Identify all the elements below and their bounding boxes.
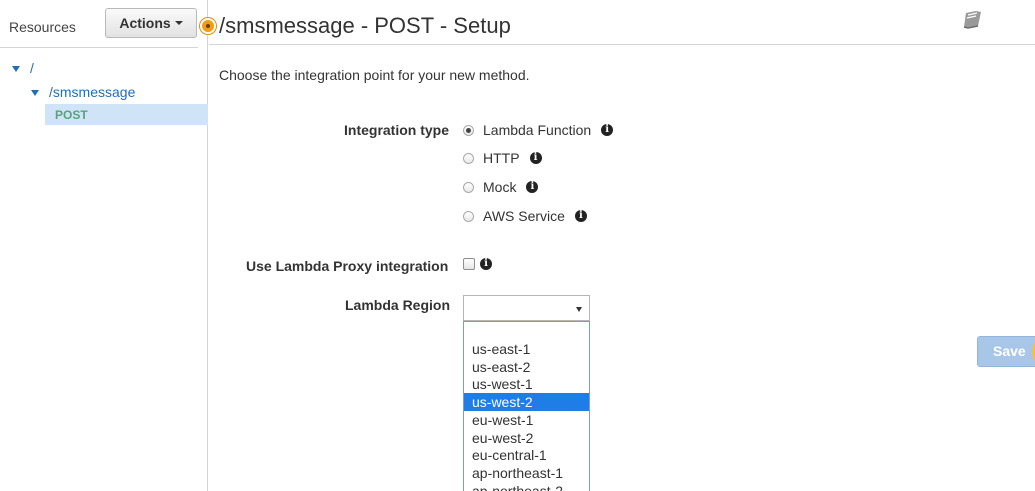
proxy-integration-label: Use Lambda Proxy integration: [246, 258, 449, 274]
radio-button-checked[interactable]: [463, 124, 474, 136]
dropdown-option-highlighted[interactable]: us-west-2: [464, 393, 589, 411]
option-label: AWS Service: [483, 208, 565, 224]
radio-button[interactable]: [463, 152, 474, 164]
radio-button[interactable]: [463, 210, 474, 222]
chevron-down-icon: [174, 21, 183, 25]
save-button[interactable]: Save: [977, 336, 1035, 367]
dropdown-option[interactable]: us-east-2: [464, 358, 589, 376]
radio-lambda-function[interactable]: Lambda Function i: [463, 121, 614, 139]
dropdown-option-empty[interactable]: [464, 323, 589, 341]
dropdown-option[interactable]: eu-west-2: [464, 429, 589, 447]
dropdown-option[interactable]: eu-west-1: [464, 411, 589, 429]
dropdown-option[interactable]: ap-northeast-1: [464, 464, 589, 482]
resources-header: Resources Actions: [0, 0, 198, 48]
radio-mock[interactable]: Mock i: [463, 178, 539, 196]
info-icon[interactable]: i: [529, 152, 542, 164]
info-icon[interactable]: i: [480, 258, 492, 270]
lambda-region-select[interactable]: [463, 295, 590, 321]
actions-label: Actions: [119, 15, 171, 31]
dropdown-option[interactable]: us-east-1: [464, 340, 589, 358]
info-icon[interactable]: i: [526, 181, 539, 193]
radio-button[interactable]: [463, 181, 474, 193]
option-label: Mock: [483, 179, 517, 195]
page-title: /smsmessage - POST - Setup: [219, 13, 511, 38]
tree-expand-root-icon[interactable]: [12, 66, 20, 72]
dropdown-option[interactable]: us-west-1: [464, 375, 589, 393]
dropdown-option[interactable]: ap-northeast-2: [464, 482, 589, 491]
resources-panel: Resources Actions / /smsmessage POST: [0, 0, 208, 491]
integration-type-label: Integration type: [344, 122, 450, 138]
tree-item-smsmessage[interactable]: /smsmessage: [49, 84, 135, 100]
radio-aws-service[interactable]: AWS Service i: [463, 207, 587, 225]
radio-http[interactable]: HTTP i: [463, 149, 542, 167]
option-label: Lambda Function: [483, 122, 592, 138]
tree-expand-smsmessage-icon[interactable]: [31, 90, 39, 96]
chevron-down-icon: [576, 307, 582, 312]
info-icon[interactable]: i: [601, 124, 614, 136]
tree-item-root[interactable]: /: [30, 60, 34, 76]
panel-resize-handle-icon[interactable]: [200, 18, 216, 34]
dropdown-option[interactable]: eu-central-1: [464, 446, 589, 464]
method-label: POST: [55, 108, 88, 122]
option-label: HTTP: [483, 150, 520, 166]
tree-item-post[interactable]: POST: [45, 104, 208, 125]
lambda-region-dropdown[interactable]: us-east-1 us-east-2 us-west-1 us-west-2 …: [463, 321, 590, 491]
actions-button[interactable]: Actions: [105, 8, 197, 38]
resources-title: Resources: [9, 19, 76, 35]
book-icon[interactable]: [962, 10, 984, 30]
info-icon[interactable]: i: [574, 210, 587, 222]
divider: [209, 44, 1035, 45]
intro-text: Choose the integration point for your ne…: [219, 67, 530, 83]
lambda-region-label: Lambda Region: [345, 297, 451, 313]
proxy-integration-checkbox[interactable]: [463, 258, 475, 270]
